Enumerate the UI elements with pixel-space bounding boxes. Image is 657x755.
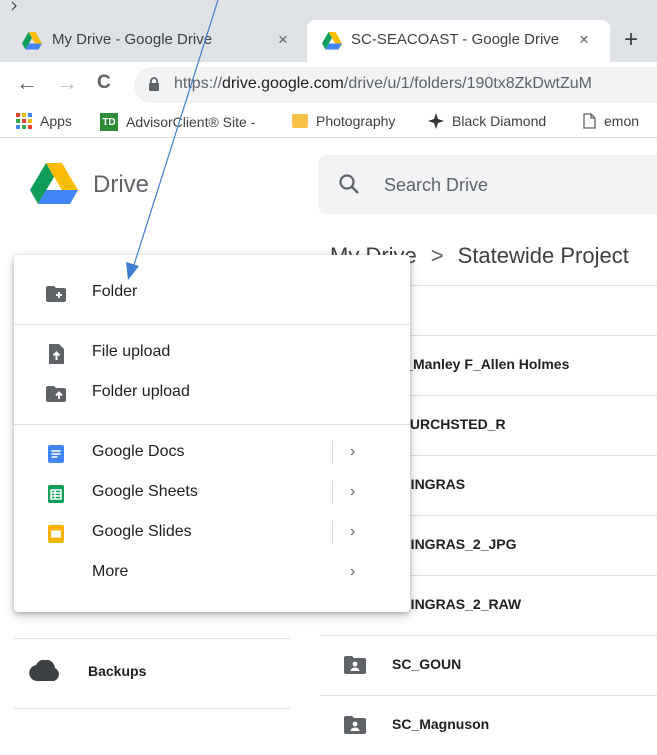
new-tab-button[interactable]: + xyxy=(624,26,638,54)
tab-my-drive[interactable]: My Drive - Google Drive × xyxy=(0,20,305,62)
menu-item-label: Google Sheets xyxy=(92,483,198,500)
black-diamond-icon xyxy=(428,113,444,129)
close-tab-icon[interactable]: × xyxy=(278,30,288,50)
chevron-right-icon[interactable]: › xyxy=(350,563,355,581)
submenu-divider xyxy=(332,441,333,465)
folder-icon xyxy=(292,114,308,128)
tab-sc-seacoast[interactable]: SC-SEACOAST - Google Drive × xyxy=(307,20,610,62)
menu-item-label: Google Slides xyxy=(92,523,192,540)
breadcrumb-separator: > xyxy=(430,243,444,268)
bookmark-black-diamond[interactable]: Black Diamond xyxy=(428,113,546,129)
close-tab-icon[interactable]: × xyxy=(579,30,589,50)
menu-item-more[interactable]: More › xyxy=(14,553,410,593)
tab-title: My Drive - Google Drive xyxy=(52,31,213,48)
menu-item-label: More xyxy=(92,563,129,580)
menu-item-google-sheets[interactable]: Google Sheets › xyxy=(14,473,410,513)
menu-item-google-slides[interactable]: Google Slides › xyxy=(14,513,410,553)
bookmark-emon[interactable]: emon xyxy=(583,113,639,129)
google-slides-icon xyxy=(48,525,64,543)
folder-name: _GINGRAS_2_JPG xyxy=(392,536,517,552)
google-sheets-icon xyxy=(48,485,64,503)
bookmark-advisorclient[interactable]: TD AdvisorClient® Site - xyxy=(100,113,255,131)
drive-logo-text[interactable]: Drive xyxy=(93,171,149,199)
drive-logo-icon[interactable] xyxy=(30,163,78,205)
bookmark-label: Apps xyxy=(40,113,72,129)
menu-divider xyxy=(14,324,410,325)
search-icon[interactable] xyxy=(338,173,360,195)
menu-item-label: Folder upload xyxy=(92,383,190,400)
submenu-divider xyxy=(332,521,333,545)
menu-divider xyxy=(14,424,410,425)
menu-item-folder[interactable]: Folder xyxy=(14,273,410,313)
search-box[interactable]: Search Drive xyxy=(318,155,657,214)
url-host: drive.google.com xyxy=(222,75,344,92)
browser-toolbar: ← → C https://drive.google.com/drive/u/1… xyxy=(0,62,657,108)
url-prefix: https:// xyxy=(174,75,223,92)
apps-grid-icon xyxy=(16,113,32,129)
submenu-divider xyxy=(332,481,333,505)
bookmarks-bar: Apps TD AdvisorClient® Site - Photograph… xyxy=(0,108,657,138)
document-icon xyxy=(583,113,596,129)
tab-strip: My Drive - Google Drive × SC-SEACOAST - … xyxy=(0,0,657,62)
bookmark-label: AdvisorClient® Site - xyxy=(126,114,256,130)
chevron-right-icon[interactable]: › xyxy=(350,483,355,501)
address-bar[interactable]: https://drive.google.com/drive/u/1/folde… xyxy=(134,67,657,103)
sidebar-item-label: Backups xyxy=(88,663,147,679)
menu-item-label: Google Docs xyxy=(92,443,185,460)
drive-favicon-icon xyxy=(322,32,342,50)
td-logo-icon: TD xyxy=(100,113,118,131)
breadcrumb-current[interactable]: Statewide Project xyxy=(458,243,629,268)
reload-button[interactable]: C xyxy=(97,72,111,94)
search-input[interactable]: Search Drive xyxy=(384,175,488,196)
menu-item-folder-upload[interactable]: Folder upload xyxy=(14,373,410,413)
bookmark-apps[interactable]: Apps xyxy=(16,113,72,129)
shared-folder-icon xyxy=(344,656,366,674)
lock-icon xyxy=(149,77,159,91)
chevron-right-icon[interactable]: › xyxy=(350,443,355,461)
menu-item-label: Folder xyxy=(92,283,138,300)
folder-name: SC_GOUN xyxy=(392,656,462,672)
table-row[interactable]: SC_Magnuson xyxy=(320,695,657,755)
folder-name: _GINGRAS_2_RAW xyxy=(392,596,522,612)
drive-favicon-icon xyxy=(22,32,42,50)
bookmark-label: emon xyxy=(604,113,640,129)
bookmark-photography[interactable]: Photography xyxy=(292,113,395,129)
table-row[interactable]: SC_GOUN xyxy=(320,635,657,695)
menu-item-google-docs[interactable]: Google Docs › xyxy=(14,433,410,473)
url-text: https://drive.google.com/drive/u/1/folde… xyxy=(174,75,592,93)
nav-divider xyxy=(14,708,290,709)
google-docs-icon xyxy=(48,445,64,463)
cloud-icon xyxy=(29,660,59,681)
shared-folder-icon xyxy=(344,716,366,734)
new-folder-icon xyxy=(46,286,66,302)
bookmark-label: Black Diamond xyxy=(452,113,547,129)
new-item-menu: Folder File upload Folder upload Google … xyxy=(14,255,410,612)
nav-divider xyxy=(14,638,290,639)
folder-name: W_Manley F_Allen Holmes xyxy=(392,356,570,372)
url-path: /drive/u/1/folders/190tx8ZkDwtZuM xyxy=(343,75,592,92)
folder-upload-icon xyxy=(46,386,66,402)
menu-item-file-upload[interactable]: File upload xyxy=(14,333,410,373)
back-button[interactable]: ← xyxy=(16,70,38,96)
bookmark-label: Photography xyxy=(316,113,396,129)
tab-title: SC-SEACOAST - Google Drive xyxy=(351,31,560,48)
forward-button[interactable]: → xyxy=(56,70,78,96)
chevron-right-icon[interactable]: › xyxy=(350,523,355,541)
file-upload-icon xyxy=(49,344,64,364)
sidebar-item-backups[interactable]: Backups xyxy=(28,660,146,682)
menu-item-label: File upload xyxy=(92,343,171,360)
